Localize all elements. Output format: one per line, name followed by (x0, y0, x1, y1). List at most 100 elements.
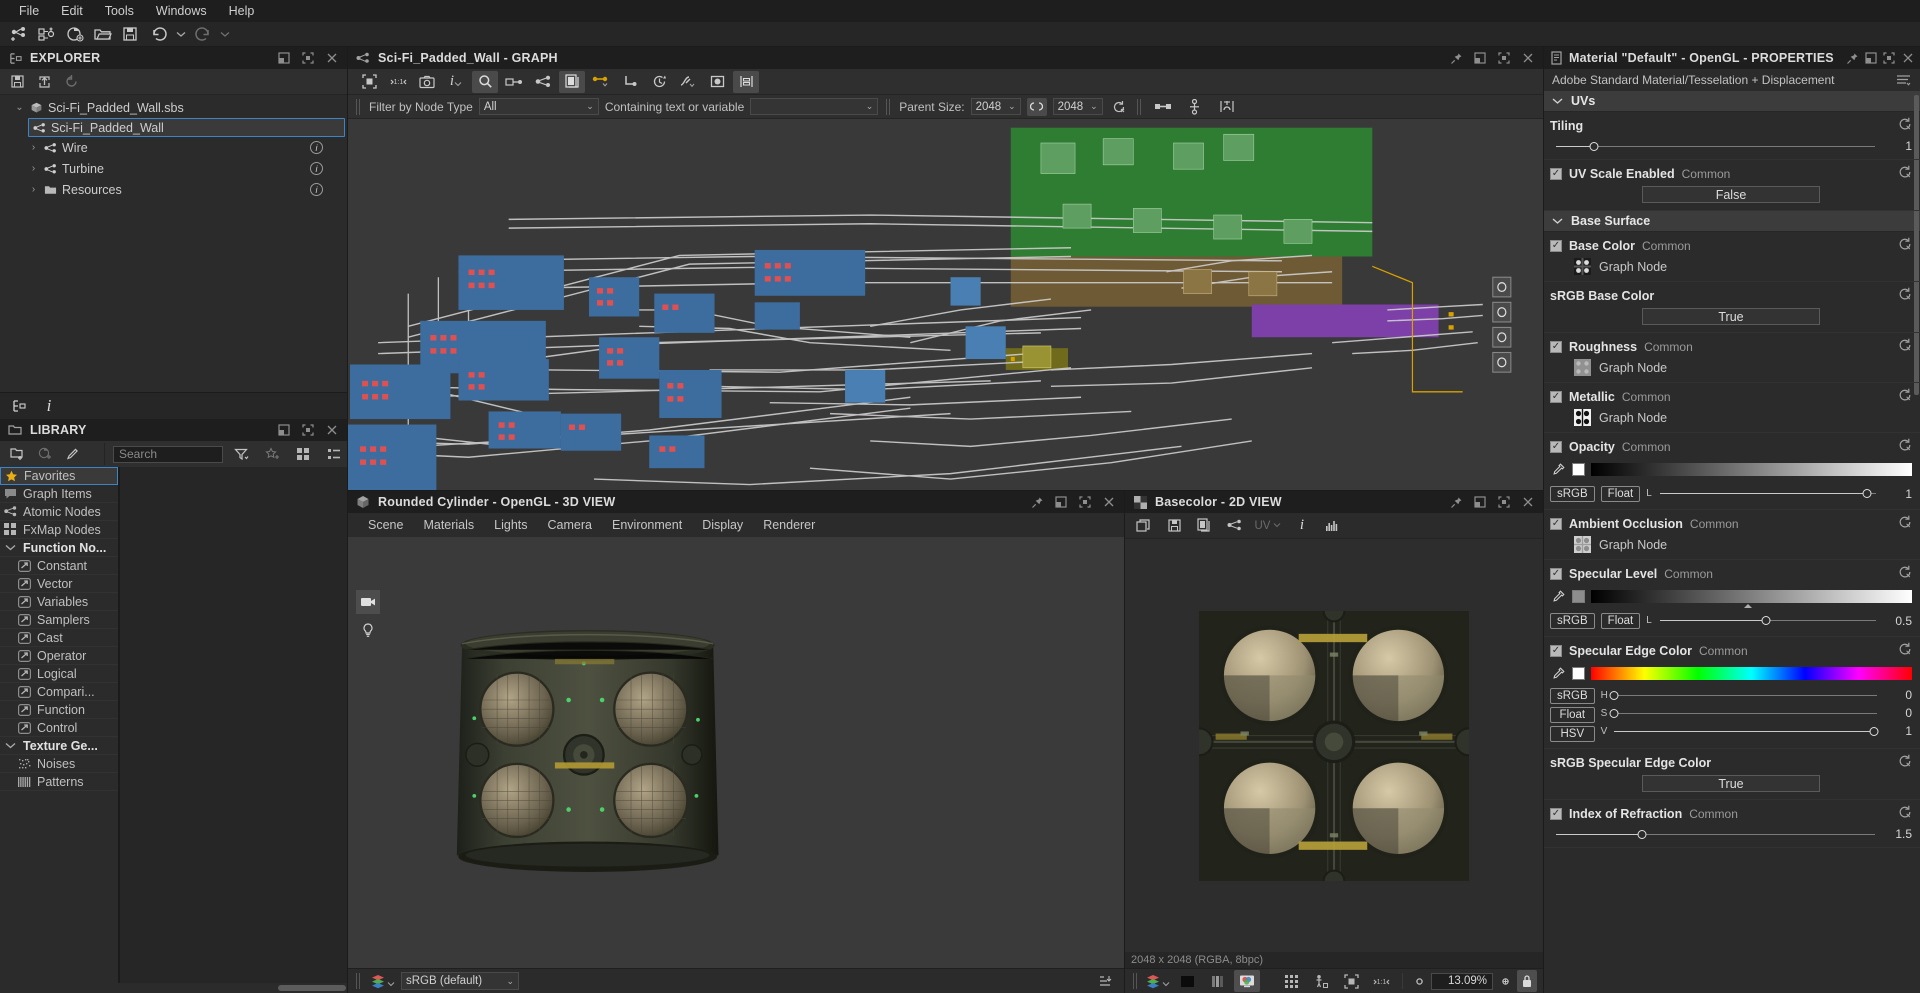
preview-node-icon[interactable] (704, 71, 730, 93)
library-item-logical[interactable]: Logical (0, 665, 118, 683)
hsv-slider[interactable] (1613, 725, 1879, 737)
view3d-menu-camera[interactable]: Camera (538, 516, 602, 534)
link-creation-icon[interactable] (501, 71, 527, 93)
menu-windows[interactable]: Windows (145, 2, 218, 20)
view3d-light-bulb-icon[interactable] (356, 618, 380, 642)
copy-image-icon[interactable] (1191, 515, 1217, 537)
library-category-tree[interactable]: Favorites Graph Items Atomic Nodes FxMap No… (0, 467, 120, 983)
view3d-menu-scene[interactable]: Scene (358, 516, 413, 534)
reset-property-icon[interactable] (1898, 642, 1912, 659)
hsv-value[interactable]: 0 (1882, 706, 1912, 720)
hsv-value[interactable]: 0 (1882, 688, 1912, 702)
fit-frame-icon[interactable] (356, 71, 382, 93)
property-value[interactable]: 1 (1882, 139, 1912, 153)
new-substance-icon[interactable] (34, 23, 60, 45)
undo-icon[interactable] (146, 23, 172, 45)
info-icon[interactable]: i (443, 71, 469, 93)
graph-canvas[interactable] (348, 119, 1543, 490)
library-item-favorites[interactable]: Favorites (0, 467, 118, 485)
properties-scroll-area[interactable]: UVs Tiling 1 ✓ UV Scale Enabled Common False Ba… (1544, 91, 1920, 993)
open-folder-icon[interactable] (90, 23, 116, 45)
view3d-menu-environment[interactable]: Environment (602, 516, 692, 534)
library-search-input[interactable]: Search (113, 445, 223, 463)
view3d-close-icon[interactable] (1100, 493, 1118, 511)
view2d-pin-icon[interactable] (1447, 493, 1465, 511)
tree-row-turbine[interactable]: › Turbine i (0, 158, 347, 179)
redo-dropdown-icon[interactable] (218, 23, 232, 45)
hsv-slider[interactable] (1609, 707, 1877, 719)
property-value-button[interactable]: False (1642, 186, 1820, 203)
library-restore-icon[interactable] (275, 421, 293, 439)
colorspace-srgb-button[interactable]: sRGB (1550, 485, 1595, 502)
view3d-pin-icon[interactable] (1028, 493, 1046, 511)
chevron-down-icon[interactable] (1552, 214, 1563, 228)
reset-property-icon[interactable] (1898, 805, 1912, 822)
library-item-noises[interactable]: Noises (0, 755, 118, 773)
search-icon[interactable] (472, 70, 498, 93)
reset-property-icon[interactable] (1898, 117, 1912, 134)
zoom-out-button[interactable] (1411, 970, 1427, 992)
refresh-icon[interactable] (58, 71, 84, 93)
black-swatch-icon[interactable] (1174, 970, 1200, 992)
view3d-status-grabber[interactable] (356, 973, 361, 989)
property-checkbox[interactable]: ✓ (1550, 644, 1562, 657)
colorspace-srgb-button[interactable]: sRGB (1550, 688, 1595, 704)
properties-pin-icon[interactable] (1846, 49, 1859, 67)
property-value-button[interactable]: True (1642, 775, 1820, 792)
reset-property-icon[interactable] (1898, 754, 1912, 771)
info-tab-icon[interactable]: i (36, 395, 62, 417)
library-maximize-icon[interactable] (299, 421, 317, 439)
scale-1to1-icon[interactable]: 1:1 (1368, 970, 1394, 992)
tree-row-resources[interactable]: › Resources i (0, 179, 347, 200)
align-nodes-icon[interactable] (733, 70, 759, 93)
timer-icon[interactable] (646, 71, 672, 93)
lock-icon[interactable] (1517, 970, 1537, 992)
human-scale-icon[interactable] (1308, 970, 1334, 992)
rgb-view-icon[interactable] (1234, 970, 1260, 992)
reset-property-icon[interactable] (1898, 565, 1912, 582)
filter-node-type-select[interactable]: All ⌄ (478, 98, 599, 115)
view3d-canvas[interactable] (348, 537, 1124, 968)
reset-property-icon[interactable] (1898, 237, 1912, 254)
view3d-colorspace-select[interactable]: sRGB (default) ⌄ (401, 972, 519, 990)
colorspace-hsv-button[interactable]: HSV (1550, 726, 1595, 742)
library-item-function[interactable]: Function (0, 701, 118, 719)
node-chain-icon[interactable] (1182, 96, 1208, 118)
property-graph-node[interactable]: Graph Node (1550, 359, 1912, 376)
uv-toggle[interactable]: UV (1251, 515, 1285, 537)
property-checkbox[interactable]: ✓ (1550, 340, 1562, 353)
menu-edit[interactable]: Edit (50, 2, 94, 20)
view3d-sort-icon[interactable] (1092, 970, 1118, 992)
hsv-value[interactable]: 1 (1882, 724, 1912, 738)
view2d-status-grabber[interactable] (1133, 973, 1138, 989)
value-gradient[interactable] (1591, 590, 1912, 608)
property-value[interactable]: 1.5 (1882, 827, 1912, 841)
color-swatch[interactable] (1572, 590, 1585, 603)
library-item-graph-items[interactable]: Graph Items (0, 485, 118, 503)
right-tools-grabber[interactable] (1136, 98, 1142, 115)
properties-maximize-icon[interactable] (1883, 49, 1895, 67)
menu-help[interactable]: Help (218, 2, 266, 20)
library-item-cast[interactable]: Cast (0, 629, 118, 647)
save-package-icon[interactable] (4, 71, 30, 93)
chevron-down-icon[interactable]: ⌄ (14, 102, 25, 113)
export-icon[interactable] (31, 71, 57, 93)
eyedropper-icon[interactable] (1550, 589, 1566, 604)
property-checkbox[interactable]: ✓ (1550, 567, 1562, 580)
colorspace-float-button[interactable]: Float (1550, 707, 1595, 723)
filter-icon[interactable] (228, 443, 254, 465)
chevron-down-icon[interactable] (4, 739, 17, 752)
chevron-right-icon[interactable]: › (28, 184, 39, 195)
property-checkbox[interactable]: ✓ (1550, 390, 1562, 403)
reset-property-icon[interactable] (1898, 338, 1912, 355)
link-size-icon[interactable] (1026, 97, 1047, 116)
colorspace-srgb-button[interactable]: sRGB (1550, 612, 1595, 629)
property-checkbox[interactable]: ✓ (1550, 440, 1562, 453)
new-item-icon[interactable] (32, 443, 58, 465)
library-item-patterns[interactable]: Patterns (0, 773, 118, 791)
zoom-level-input[interactable]: 13.09% (1431, 972, 1493, 990)
curve-link-icon[interactable] (675, 71, 701, 93)
value-gradient[interactable] (1591, 463, 1912, 476)
new-package-icon[interactable] (62, 23, 88, 45)
hue-gradient[interactable] (1591, 667, 1912, 680)
